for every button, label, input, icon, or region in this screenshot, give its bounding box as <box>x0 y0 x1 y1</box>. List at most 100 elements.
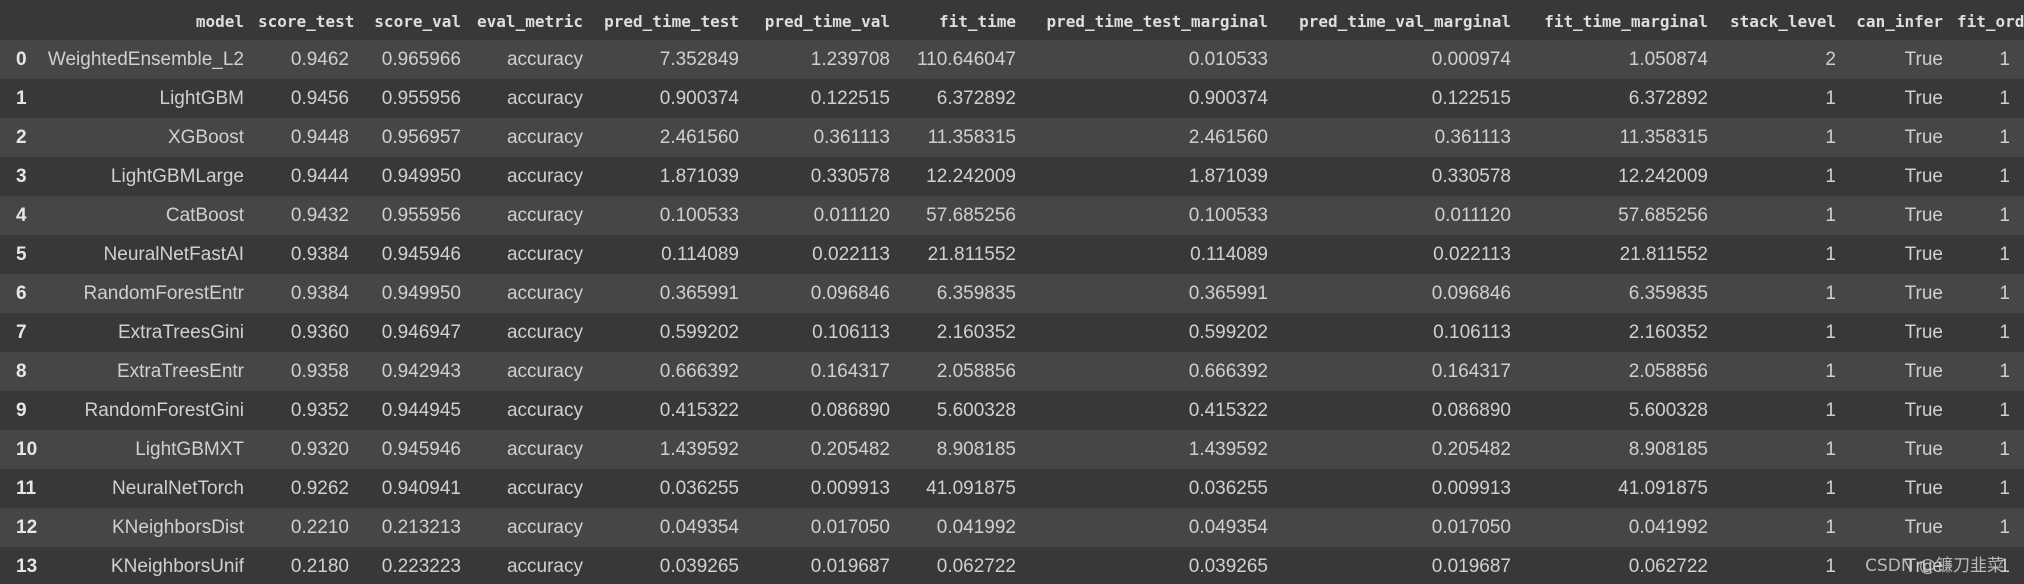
table-cell: accuracy <box>506 243 583 265</box>
table-cell: 1.439592 <box>1188 438 1268 460</box>
row-index: 7 <box>16 321 27 343</box>
table-header: model score_test score_val eval_metric pred_… <box>0 2 2024 40</box>
table-cell: 0.942943 <box>381 360 461 382</box>
table-cell: True <box>1904 165 1943 187</box>
table-cell: 0.164317 <box>810 360 890 382</box>
table-cell: 5.600328 <box>936 399 1016 421</box>
table-cell: 0.944945 <box>381 399 461 421</box>
table-cell: 57.685256 <box>1618 204 1708 226</box>
table-cell: 1 <box>1825 555 1836 577</box>
row-index: 6 <box>16 282 27 304</box>
table-row: 13 KNeighborsUnif 0.2180 0.223223 accuracy 0.… <box>0 547 2024 584</box>
table-cell: 0.022113 <box>1433 243 1511 265</box>
column-header: fit_time_marginal <box>1544 11 1708 31</box>
table-cell: 41.091875 <box>1618 477 1708 499</box>
table-cell: 0.955956 <box>381 87 461 109</box>
table-cell: 0.2180 <box>290 555 349 577</box>
table-cell: 1 <box>1825 321 1836 343</box>
table-cell: 0.365991 <box>1188 282 1268 304</box>
table-cell: 0.011120 <box>813 204 890 226</box>
row-index: 1 <box>16 87 27 109</box>
table-cell: 0.9384 <box>290 243 349 265</box>
table-row: 11 NeuralNetTorch 0.9262 0.940941 accuracy 0.… <box>0 469 2024 508</box>
table-cell: True <box>1904 87 1943 109</box>
table-cell: 2.058856 <box>1628 360 1708 382</box>
table-cell: True <box>1904 516 1943 538</box>
row-index: 13 <box>16 555 38 577</box>
table-row: 3 LightGBMLarge 0.9444 0.949950 accuracy 1.87… <box>0 157 2024 196</box>
table-cell: 0.000974 <box>1431 48 1511 70</box>
table-cell: True <box>1904 48 1943 70</box>
table-cell: KNeighborsUnif <box>110 555 244 577</box>
table-cell: 1 <box>1999 87 2010 109</box>
column-header: fit_orde <box>1957 11 2024 31</box>
table-cell: 11.358315 <box>927 126 1016 148</box>
table-cell: 0.2210 <box>290 516 349 538</box>
table-cell: accuracy <box>506 438 583 460</box>
table-cell: 1 <box>1825 360 1836 382</box>
table-cell: 1 <box>1825 438 1836 460</box>
table-cell: 0.205482 <box>810 438 890 460</box>
table-cell: accuracy <box>506 126 583 148</box>
table-cell: 0.949950 <box>381 282 461 304</box>
table-cell: accuracy <box>506 399 583 421</box>
table-cell: 2.160352 <box>936 321 1016 343</box>
table-cell: RandomForestGini <box>84 399 244 421</box>
row-index: 5 <box>16 243 27 265</box>
table-cell: ExtraTreesEntr <box>116 360 244 382</box>
table-cell: 0.096846 <box>810 282 890 304</box>
table-cell: 0.9456 <box>290 87 349 109</box>
table-cell: 1 <box>1999 399 2010 421</box>
table-cell: 0.036255 <box>659 477 739 499</box>
table-cell: accuracy <box>506 282 583 304</box>
table-row: 1 LightGBM 0.9456 0.955956 accuracy 0.900374 0… <box>0 79 2024 118</box>
table-row: 7 ExtraTreesGini 0.9360 0.946947 accuracy 0.5… <box>0 313 2024 352</box>
leaderboard-table: model score_test score_val eval_metric pred_… <box>0 2 2024 584</box>
table-cell: True <box>1904 438 1943 460</box>
table-cell: 1 <box>1825 87 1836 109</box>
table-cell: 0.9358 <box>290 360 349 382</box>
table-cell: accuracy <box>506 165 583 187</box>
table-cell: 1 <box>1825 477 1836 499</box>
table-cell: True <box>1904 399 1943 421</box>
table-cell: 0.019687 <box>810 555 890 577</box>
table-cell: XGBoost <box>167 126 244 148</box>
table-cell: 1 <box>1999 516 2010 538</box>
table-cell: 0.022113 <box>812 243 890 265</box>
table-cell: 0.365991 <box>659 282 739 304</box>
table-cell: 0.106113 <box>812 321 890 343</box>
row-index: 2 <box>16 126 27 148</box>
table-cell: 0.017050 <box>1431 516 1511 538</box>
table-cell: 0.956957 <box>381 126 461 148</box>
table-cell: 0.096846 <box>1431 282 1511 304</box>
table-cell: 0.9360 <box>290 321 349 343</box>
table-cell: 0.9462 <box>290 48 349 70</box>
table-cell: accuracy <box>506 516 583 538</box>
table-cell: 1 <box>1825 204 1836 226</box>
table-cell: 0.100533 <box>1188 204 1268 226</box>
table-cell: 0.036255 <box>1188 477 1268 499</box>
table-cell: 0.062722 <box>936 555 1016 577</box>
table-cell: 0.019687 <box>1431 555 1511 577</box>
table-cell: accuracy <box>506 48 583 70</box>
table-cell: LightGBM <box>159 87 244 109</box>
column-header: stack_level <box>1730 11 1836 31</box>
table-cell: 0.9444 <box>290 165 349 187</box>
table-cell: 0.949950 <box>381 165 461 187</box>
table-cell: 5.600328 <box>1628 399 1708 421</box>
table-cell: 0.415322 <box>659 399 739 421</box>
table-cell: 1.871039 <box>1188 165 1268 187</box>
table-cell: 0.9448 <box>290 126 349 148</box>
table-cell: 1 <box>1825 282 1836 304</box>
index-header <box>0 2 44 40</box>
table-cell: 0.599202 <box>1188 321 1268 343</box>
table-cell: 0.039265 <box>1188 555 1268 577</box>
table-cell: 0.164317 <box>1431 360 1511 382</box>
table-cell: 1 <box>1999 243 2010 265</box>
row-index: 12 <box>16 516 38 538</box>
table-cell: 2.461560 <box>659 126 739 148</box>
table-cell: 8.908185 <box>936 438 1016 460</box>
table-cell: KNeighborsDist <box>112 516 244 538</box>
table-cell: 1.239708 <box>810 48 890 70</box>
table-cell: True <box>1904 477 1943 499</box>
